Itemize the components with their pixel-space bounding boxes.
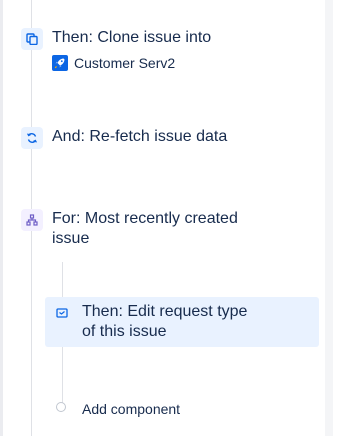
panel-left-border [0, 0, 3, 436]
step-clone-issue[interactable]: Then: Clone issue into [52, 28, 211, 48]
rocket-icon [52, 55, 68, 71]
nested-label-line2: of this issue [82, 323, 167, 340]
branch-label-line2: issue [52, 230, 90, 247]
step-edit-request-type[interactable]: Then: Edit request type of this issue [82, 302, 282, 342]
add-component-dot[interactable] [56, 402, 66, 412]
step-branch-for[interactable]: For: Most recently created issue [52, 209, 272, 249]
refresh-icon [21, 127, 43, 149]
project-name: Customer Serv2 [74, 55, 176, 71]
branch-icon [21, 209, 43, 231]
panel-scrollbar[interactable] [325, 0, 333, 436]
clone-icon [21, 28, 43, 50]
step-refetch-issue[interactable]: And: Re-fetch issue data [52, 127, 227, 147]
request-type-icon [51, 302, 73, 324]
branch-label-line1: For: Most recently created [52, 210, 238, 227]
add-component-button[interactable]: Add component [82, 400, 180, 418]
nested-label-line1: Then: Edit request type [82, 303, 248, 320]
target-project: Customer Serv2 [52, 54, 175, 72]
